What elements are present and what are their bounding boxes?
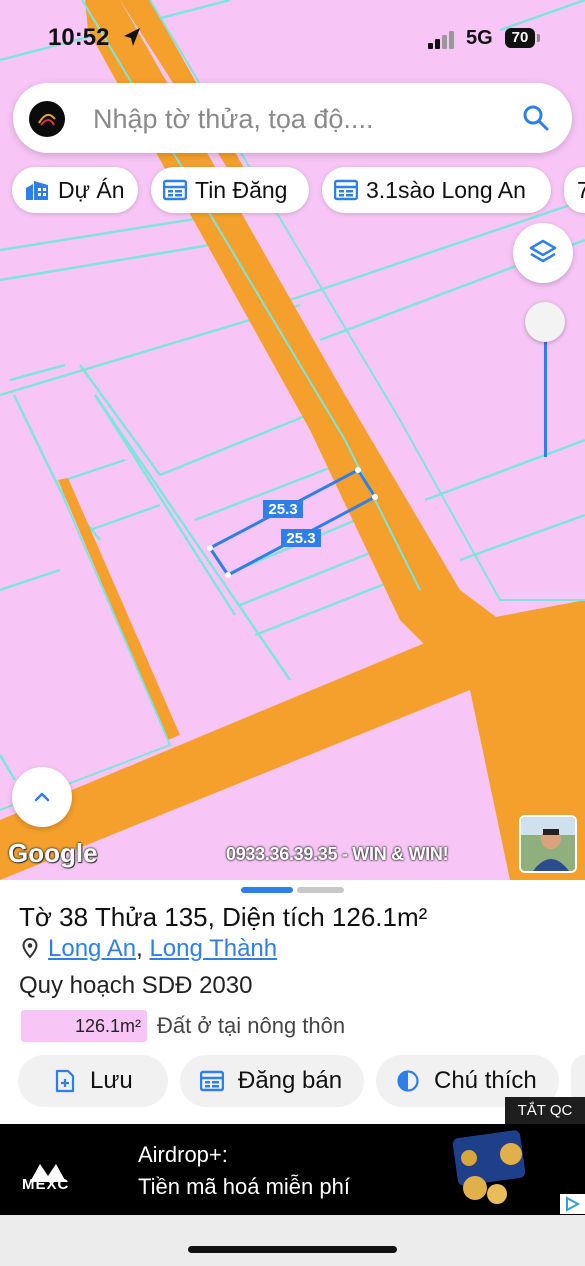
chip-du-an[interactable]: Dự Án — [12, 167, 138, 213]
search-icon[interactable] — [521, 103, 551, 133]
layers-icon — [529, 239, 557, 263]
home-indicator[interactable] — [188, 1246, 397, 1253]
signal-icon — [428, 31, 454, 49]
sheet-page-indicator-active[interactable] — [241, 887, 293, 893]
network-type: 5G — [466, 27, 493, 49]
chip-3-1sao-long-an-label: 3.1sào Long An — [366, 176, 526, 203]
battery-icon: 70 — [505, 28, 535, 48]
parcel-title: Tờ 38 Thửa 135, Diện tích 126.1m² — [19, 902, 428, 932]
location-separator: , — [136, 935, 150, 962]
plan-label: Quy hoạch SDĐ 2030 — [19, 972, 253, 999]
status-time: 10:52 — [48, 24, 110, 51]
post-for-sale-button[interactable]: Đăng bán — [180, 1055, 364, 1107]
chip-tin-dang-label: Tin Đăng — [195, 176, 288, 203]
ad-coins-illustration — [452, 1130, 526, 1204]
post-for-sale-label: Đăng bán — [238, 1067, 343, 1094]
parcel-info-sheet: Tờ 38 Thửa 135, Diện tích 126.1m² Long A… — [0, 880, 585, 1124]
ad-subtitle: Tiền mã hoá miễn phí — [138, 1174, 350, 1199]
map-watermark: 0933.36.39.35 - WIN & WIN! — [226, 844, 449, 864]
filter-chips: Dự Án Tin Đăng 3.1sào Long An 7 — [12, 167, 585, 215]
google-logo: Google — [8, 838, 98, 868]
expand-up-button[interactable] — [12, 767, 72, 827]
save-icon — [55, 1069, 75, 1093]
ad-title: Airdrop+: — [138, 1142, 228, 1167]
land-type: Đất ở tại nông thôn — [157, 1013, 346, 1038]
chip-partial[interactable]: 7 — [564, 167, 585, 213]
chevron-up-icon — [34, 792, 50, 802]
status-bar: 10:52 5G 70 — [0, 0, 585, 70]
dimension-label-bottom-text: 25.3 — [286, 530, 315, 547]
building-icon — [26, 181, 48, 200]
ad-brand: MEXC — [22, 1176, 70, 1193]
land-area-swatch: 126.1m² — [21, 1010, 147, 1042]
province-link[interactable]: Long An — [48, 935, 136, 962]
legend-icon — [397, 1070, 419, 1092]
legend-button-label: Chú thích — [434, 1067, 537, 1094]
search-input[interactable] — [91, 95, 515, 143]
chip-tin-dang[interactable]: Tin Đăng — [151, 167, 309, 213]
chip-partial-label: 7 — [577, 176, 585, 203]
post-icon — [200, 1070, 224, 1092]
save-button-label: Lưu — [90, 1067, 133, 1094]
opacity-slider-handle[interactable] — [525, 302, 565, 342]
district-link[interactable]: Long Thành — [149, 935, 277, 962]
search-bar[interactable] — [13, 83, 572, 153]
location-pin-icon — [22, 938, 38, 958]
home-indicator-area — [0, 1215, 585, 1266]
sheet-page-indicator[interactable] — [297, 887, 344, 893]
chip-du-an-label: Dự Án — [58, 176, 125, 203]
adchoices-icon[interactable] — [560, 1194, 585, 1214]
opacity-slider-track[interactable] — [544, 322, 547, 457]
agent-avatar[interactable] — [519, 815, 577, 873]
save-button[interactable]: Lưu — [18, 1055, 168, 1107]
dimension-label-top-text: 25.3 — [268, 501, 297, 518]
listing-icon — [163, 179, 187, 201]
layers-button[interactable] — [513, 223, 573, 283]
listing-icon — [334, 179, 358, 201]
parcel-location: Long An, Long Thành — [48, 935, 277, 963]
ad-banner[interactable]: MEXC Airdrop+: Tiền mã hoá miễn phí — [0, 1124, 585, 1215]
location-arrow-icon — [124, 28, 140, 46]
close-ad-button[interactable]: TẮT QC — [505, 1097, 585, 1124]
chip-3-1sao-long-an[interactable]: 3.1sào Long An — [322, 167, 551, 213]
app-logo[interactable] — [29, 101, 65, 137]
battery-cap — [537, 34, 540, 42]
